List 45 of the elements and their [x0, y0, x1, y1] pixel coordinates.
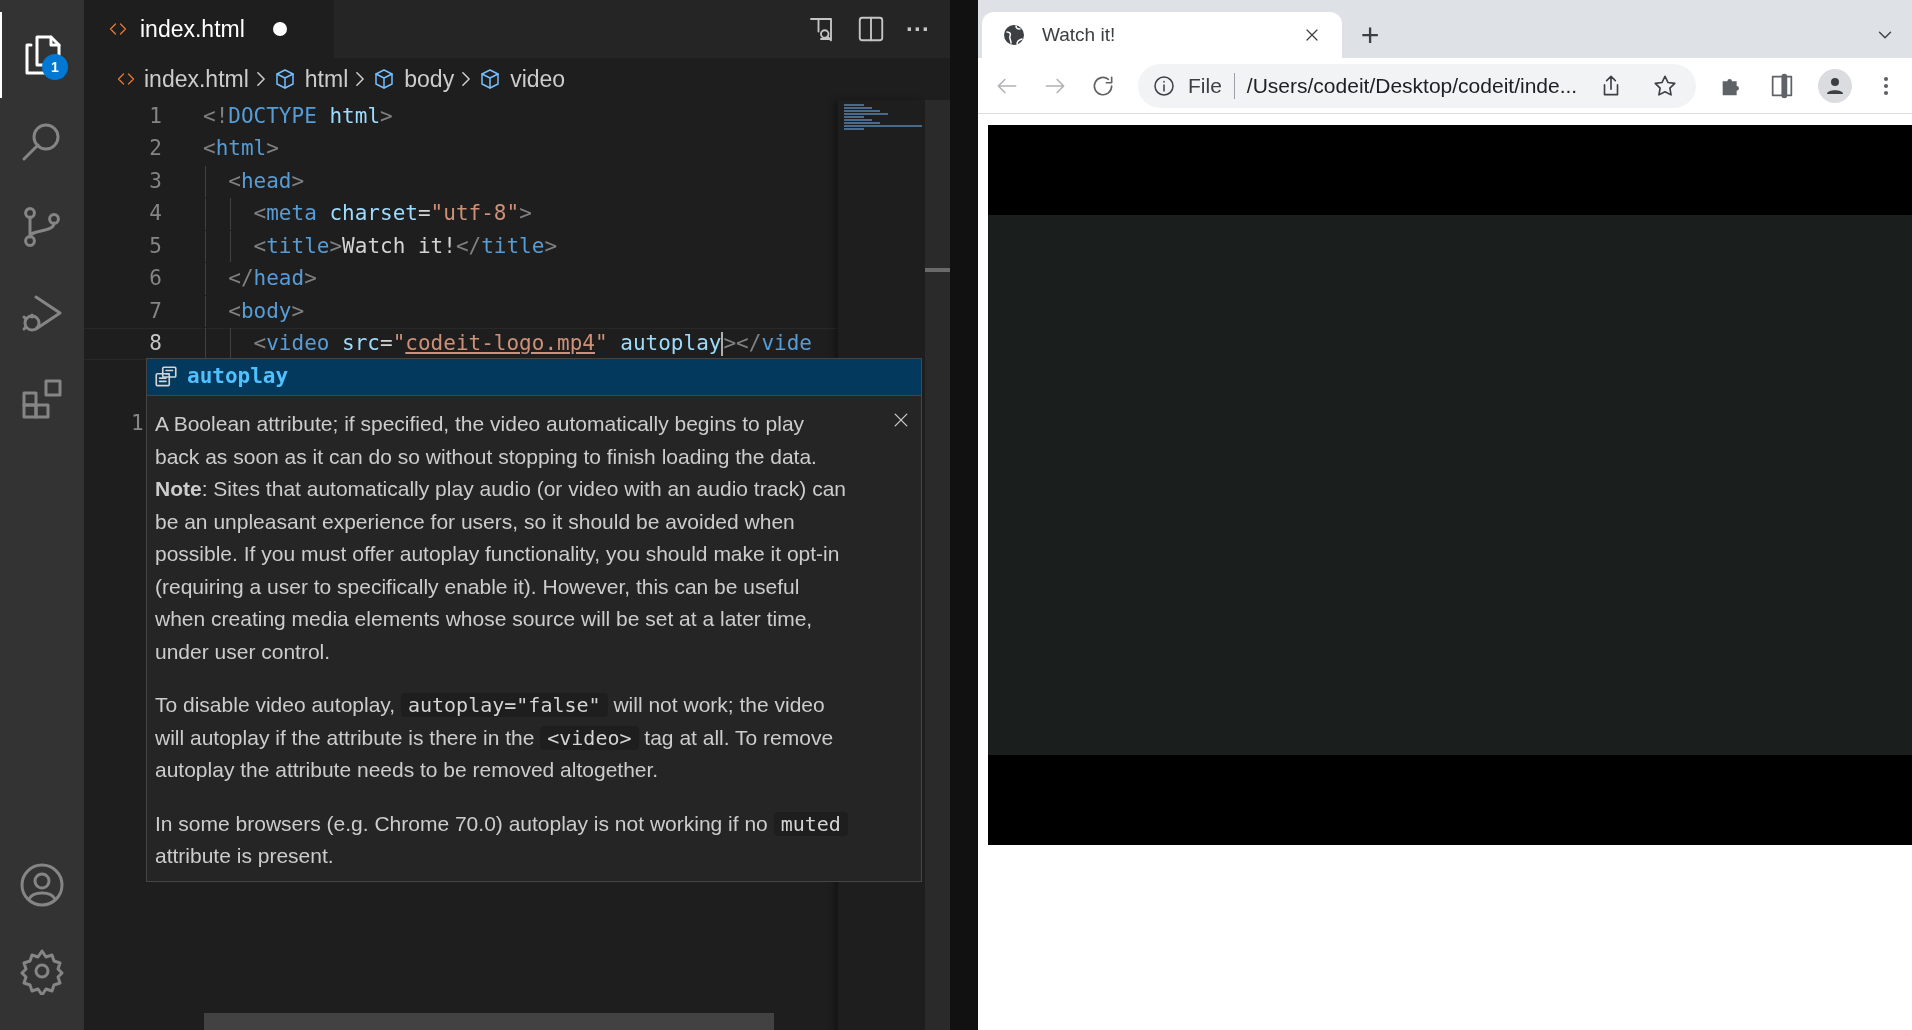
line-number: 3: [148, 167, 162, 195]
code-line: <head>: [203, 165, 305, 197]
code-line: <video src="codeit-logo.mp4" autoplay></vide: [203, 328, 812, 360]
doc-paragraph: In some browsers (e.g. Chrome 70.0) autoplay is not working if no muted attribute is present.: [155, 807, 849, 873]
doc-paragraph: To disable video autoplay, autoplay="false" will not work; the video will autoplay if the attribute is there in the <video> tag at all. To remove autoplay the attribute needs to be removed altogether.: [155, 692, 835, 783]
split-editor-icon[interactable]: [856, 14, 886, 44]
profile-button[interactable]: [1818, 68, 1852, 103]
code-line: </head>: [203, 263, 317, 295]
chevron-right-icon: [462, 72, 471, 86]
settings-icon: [18, 947, 66, 995]
breadcrumb-item[interactable]: index.html: [116, 61, 249, 97]
horizontal-scrollbar[interactable]: [204, 1013, 774, 1030]
vertical-scrollbar[interactable]: [925, 100, 950, 1030]
suggestion-item[interactable]: autoplay: [147, 359, 921, 395]
browser-tab[interactable]: Watch it!: [982, 12, 1342, 58]
line-number: 2: [148, 135, 162, 162]
editor-tab[interactable]: index.html: [84, 0, 334, 58]
notification-badge: 1: [42, 54, 68, 80]
breadcrumb-item[interactable]: video: [478, 61, 566, 97]
code-line: <!DOCTYPE html>: [203, 102, 393, 130]
breadcrumb-item[interactable]: html: [272, 61, 349, 97]
doc-paragraph: A Boolean attribute; if specified, the video automatically begins to play back as soon as it can do so without stopping to finish loading the data. Note: Sites that automatically play audio (or video with an audio track) can be an unpleasant experience for users, so it should be avoided when possible. If you must offer autoplay functionality, you should make it opt-in (requiring a user to specifically enable it). However, this can be useful when creating media elements whose source will be set at a later time, under user control.: [155, 411, 847, 665]
code-line: <html>: [203, 135, 279, 162]
line-number: 5: [148, 232, 162, 260]
scroll-position-marker: [925, 268, 950, 272]
url-text: /Users/codeit/Desktop/codeit/inde...: [1246, 72, 1579, 99]
code-line: <body>: [203, 295, 305, 327]
globe-icon: [1002, 23, 1026, 47]
breadcrumb-item[interactable]: body: [372, 61, 455, 97]
new-tab-button[interactable]: +: [1342, 12, 1398, 58]
line-number: 1: [131, 410, 144, 437]
line-number: 7: [148, 297, 162, 325]
chevron-right-icon: [356, 72, 365, 86]
address-bar[interactable]: File /Users/codeit/Desktop/codeit/inde...: [1138, 63, 1696, 108]
code-line: <title>Watch it!</title>: [203, 230, 558, 262]
line-number: 8: [148, 330, 162, 357]
chevron-right-icon: [256, 72, 265, 86]
line-number: 1: [148, 102, 162, 130]
scheme-label: File: [1188, 72, 1222, 99]
more-actions-button[interactable]: ···: [906, 11, 930, 47]
line-number: 6: [148, 265, 162, 292]
account-icon: [18, 861, 66, 909]
line-number: 4: [148, 200, 162, 227]
code-line: <meta charset="utf-8">: [203, 198, 532, 230]
info-icon[interactable]: [1152, 73, 1176, 98]
